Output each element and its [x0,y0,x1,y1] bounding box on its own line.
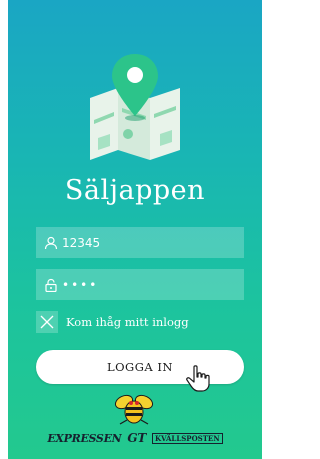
user-icon [44,236,58,249]
username-input[interactable] [62,235,212,250]
app-title: Säljappen [64,175,206,206]
password-input[interactable]: •••• [62,278,98,292]
brand-gt: GT [127,431,146,445]
brand-kvallsposten: KVÄLLSPOSTEN [152,432,223,444]
brand-expressen: EXPRESSEN [47,431,122,445]
wasp-mascot-icon [114,394,154,425]
password-field[interactable]: •••• [36,269,244,300]
map-icon [90,54,180,160]
login-screen: Säljappen •••• Kom ihåg mitt inlogg LOGG… [0,0,270,459]
brand-logos: EXPRESSEN GT KVÄLLSPOSTEN [0,431,270,445]
username-field[interactable] [36,227,244,258]
left-bezel [0,0,8,459]
remember-me-label: Kom ihåg mitt inlogg [66,315,189,329]
remember-me-checkbox[interactable] [36,311,58,333]
remember-me-row[interactable]: Kom ihåg mitt inlogg [36,311,189,333]
right-bezel [262,0,270,459]
hand-pointer-icon [186,365,210,392]
lock-icon [45,278,57,292]
x-mark-icon [40,315,54,329]
